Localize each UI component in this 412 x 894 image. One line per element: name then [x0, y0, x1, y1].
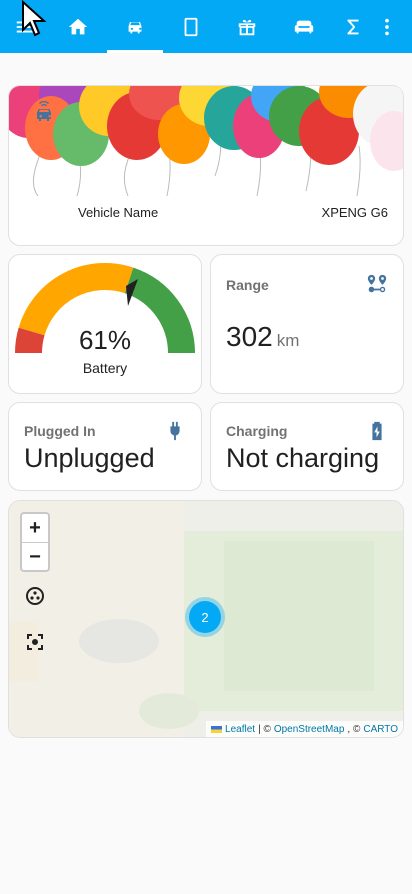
zoom-in-button[interactable]: + [22, 514, 48, 542]
active-tab-indicator [107, 50, 163, 53]
range-value-row: 302 km [226, 321, 299, 353]
mouse-cursor-icon [22, 0, 47, 37]
more-vert-icon[interactable] [362, 0, 412, 53]
marker-cluster[interactable]: 2 [189, 601, 221, 633]
focus-center-icon[interactable] [23, 630, 47, 654]
map-attribution: Leaflet | © OpenStreetMap , © CARTO [206, 721, 403, 737]
charging-title: Charging [226, 423, 288, 439]
map-marker-path-icon [366, 273, 388, 295]
vehicle-name-label: Vehicle Name [78, 205, 159, 220]
range-unit: km [276, 331, 300, 350]
battery-label: Battery [82, 360, 128, 376]
vehicle-card: Vehicle Name XPENG G6 [8, 85, 404, 246]
attribution-separator-1: | © [258, 723, 271, 735]
gift-icon[interactable] [222, 0, 272, 53]
zoom-control: + − [20, 512, 50, 572]
openstreetmap-link[interactable]: OpenStreetMap [274, 724, 345, 735]
carto-link[interactable]: CARTO [363, 724, 398, 735]
range-value: 302 [226, 321, 273, 352]
attribution-separator-2: , © [347, 723, 361, 735]
top-app-bar [0, 0, 412, 53]
ukraine-flag-icon [211, 725, 223, 733]
map-layers-icon[interactable] [23, 584, 47, 608]
battery-gauge-card[interactable]: 61% Battery [8, 254, 202, 394]
range-card[interactable]: Range 302 km [210, 254, 404, 394]
sofa-icon[interactable] [279, 0, 329, 53]
balloons-banner-image [9, 86, 403, 196]
zoom-out-button[interactable]: − [22, 543, 48, 571]
battery-charging-icon [366, 420, 388, 442]
plugged-in-card[interactable]: Plugged In Unplugged [8, 402, 202, 491]
range-title: Range [226, 277, 269, 293]
plugged-in-title: Plugged In [24, 423, 96, 439]
home-icon[interactable] [53, 0, 103, 53]
car-connected-icon [32, 100, 56, 124]
car-icon[interactable] [110, 0, 160, 53]
vehicle-name-value: XPENG G6 [321, 205, 388, 220]
charging-card[interactable]: Charging Not charging [210, 402, 404, 491]
tablet-icon[interactable] [166, 0, 216, 53]
power-plug-icon [164, 420, 186, 442]
leaflet-link[interactable]: Leaflet [225, 724, 255, 735]
charging-value: Not charging [226, 443, 380, 473]
battery-percentage: 61% [78, 325, 132, 355]
plugged-in-value: Unplugged [24, 443, 155, 473]
map-card[interactable]: + − 2 Leaflet | © OpenStreetMap , © CART… [8, 500, 404, 738]
